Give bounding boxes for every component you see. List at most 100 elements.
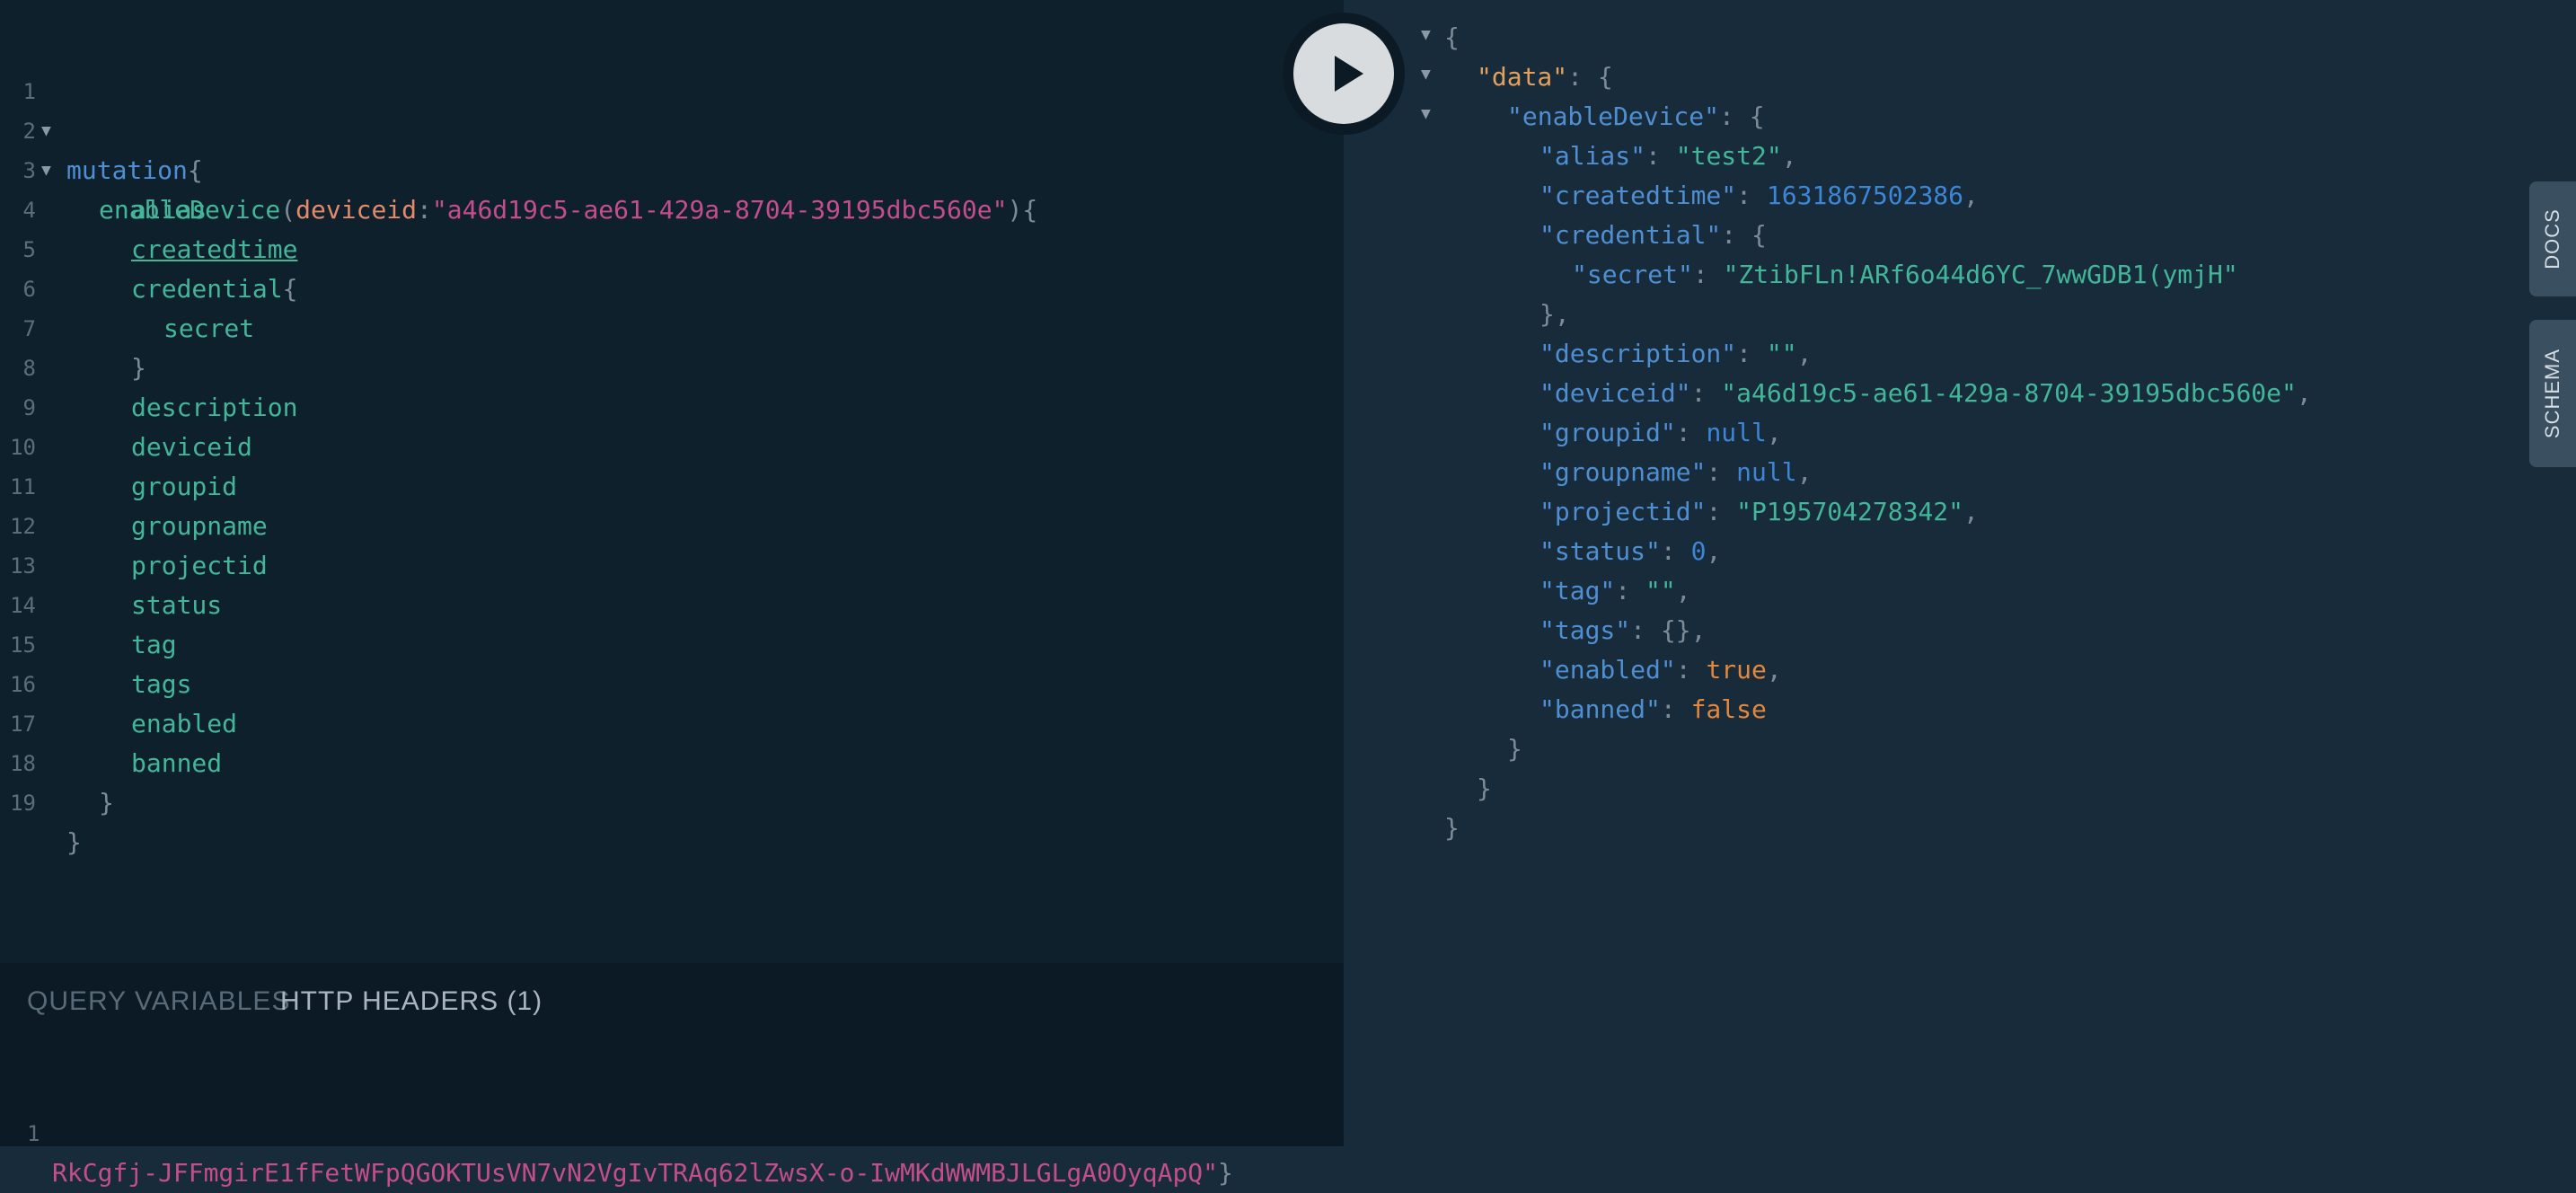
play-icon (1335, 56, 1363, 92)
json-value: true (1706, 655, 1767, 685)
comma: , (1796, 457, 1813, 487)
json-value: false (1690, 694, 1767, 724)
brace: : { (1567, 62, 1613, 92)
editor-line: 2 ▼ enableDevice(deviceid:"a46d19c5-ae61… (0, 72, 1038, 225)
json-value: null (1706, 418, 1767, 447)
separator: : (1706, 497, 1737, 526)
separator: : (1615, 576, 1646, 605)
editor-line: 8 description (0, 309, 298, 422)
schema-tab[interactable]: SCHEMA (2529, 320, 2576, 467)
result-panel (1344, 0, 2529, 1146)
headers-editor[interactable]: 1 RkCgfj-JFFmgirE1fFetWFpQGOKTUsVN7vN2Vg… (0, 1074, 1233, 1193)
brace: } (1477, 773, 1492, 803)
field-description: description (131, 393, 298, 422)
brace: } (131, 353, 146, 383)
field-banned: banned (131, 748, 223, 778)
result-line: "enabled": true, (1539, 650, 1782, 690)
editor-line: 19 } (0, 744, 82, 857)
comma: , (1690, 615, 1707, 645)
json-key: "status" (1539, 536, 1661, 566)
result-line: "alias": "test2", (1539, 137, 1797, 176)
argument-name: deviceid (296, 195, 418, 225)
json-key: "createdtime" (1539, 181, 1737, 210)
editor-line: 4 createdtime (0, 151, 298, 264)
result-line: "projectid": "P195704278342", (1539, 492, 1979, 532)
brace: } (1507, 734, 1522, 764)
brace: : { (1721, 220, 1767, 250)
result-line: "groupid": null, (1539, 413, 1782, 453)
json-value: "a46d19c5-ae61-429a-8704-39195dbc560e" (1721, 378, 2297, 408)
result-line: "deviceid": "a46d19c5-ae61-429a-8704-391… (1539, 374, 2312, 413)
fold-arrow-icon[interactable]: ▼ (1421, 25, 1431, 44)
editor-line: 12 projectid (0, 467, 268, 580)
separator: : (1706, 457, 1737, 487)
comma: , (1781, 141, 1797, 171)
result-line: "description": "", (1539, 334, 1812, 374)
json-value: "" (1766, 339, 1797, 368)
docs-tab[interactable]: DOCS (2529, 181, 2576, 296)
argument-value: "a46d19c5-ae61-429a-8704-39195dbc560e" (431, 195, 1008, 225)
separator: : (1736, 181, 1767, 210)
comma: , (2296, 378, 2312, 408)
tab-http-headers[interactable]: HTTP HEADERS (1) (280, 986, 543, 1017)
json-key: "deviceid" (1539, 378, 1691, 408)
line-number: 19 (10, 791, 36, 816)
result-line: "createdtime": 1631867502386, (1539, 176, 1979, 216)
json-value: "P195704278342" (1736, 497, 1964, 526)
json-key: "credential" (1539, 220, 1722, 250)
field-groupid: groupid (131, 472, 238, 501)
result-line: "secret": "ZtibFLn!ARf6o44d6YC_7wwGDB1(y… (1572, 255, 2238, 295)
brace: }, (1539, 299, 1570, 329)
result-line: "enableDevice": { (1507, 97, 1765, 137)
editor-line: 7 } (0, 270, 146, 383)
tab-query-variables[interactable]: QUERY VARIABLES (27, 986, 290, 1017)
field-status: status (131, 590, 223, 620)
brace: } (99, 788, 114, 817)
comma: , (1963, 181, 1979, 210)
schema-tab-label: SCHEMA (2541, 348, 2563, 439)
execute-query-button[interactable] (1293, 23, 1394, 124)
comma: , (1766, 418, 1782, 447)
comma: , (1675, 576, 1691, 605)
brace: { (187, 155, 203, 185)
brace: { (1022, 195, 1038, 225)
result-line: { (1444, 18, 1460, 57)
json-key: "enabled" (1539, 655, 1676, 685)
docs-tab-label: DOCS (2541, 208, 2563, 270)
fold-arrow-icon[interactable]: ▼ (1421, 65, 1431, 84)
field-alias: alias (131, 195, 207, 225)
editor-line: 16 enabled (0, 625, 237, 738)
separator: : (1690, 378, 1722, 408)
separator: : (1630, 615, 1661, 645)
editor-line: 15 tags (0, 586, 191, 699)
brace: { (282, 274, 298, 304)
json-value: 0 (1690, 536, 1707, 566)
line-number: 1 (27, 1121, 40, 1146)
editor-line: 1 ▼ mutation{ (0, 32, 203, 185)
editor-line: 13 status (0, 507, 222, 620)
field-tags: tags (131, 669, 192, 699)
field-projectid: projectid (131, 551, 268, 580)
json-key-data: "data" (1477, 62, 1568, 92)
editor-line: 9 deviceid (0, 349, 252, 462)
editor-line: 3 alias (0, 111, 207, 225)
result-line: } (1477, 769, 1492, 809)
json-value: "ZtibFLn!ARf6o44d6YC_7wwGDB1(ymjH" (1723, 260, 2238, 289)
editor-line: 5 credential{ (0, 190, 298, 304)
header-value: RkCgfj-JFFmgirE1fFetWFpQGOKTUsVN7vN2VgIv… (52, 1158, 1219, 1188)
result-line: "status": 0, (1539, 532, 1721, 571)
json-key: "tags" (1539, 615, 1631, 645)
field-tag: tag (131, 630, 177, 659)
query-editor[interactable]: 1 ▼ mutation{ 2 ▼ enableDevice(deviceid:… (0, 0, 1344, 963)
json-value: "" (1645, 576, 1676, 605)
fold-arrow-icon[interactable]: ▼ (1421, 104, 1431, 123)
json-value: "test2" (1675, 141, 1782, 171)
json-key-enabledevice: "enableDevice" (1507, 102, 1720, 131)
brace: } (1218, 1158, 1233, 1188)
json-key: "groupname" (1539, 457, 1707, 487)
result-line: "data": { (1477, 57, 1613, 97)
colon: : (417, 195, 432, 225)
paren: ( (280, 195, 296, 225)
comma: , (1963, 497, 1979, 526)
separator: : (1675, 418, 1707, 447)
